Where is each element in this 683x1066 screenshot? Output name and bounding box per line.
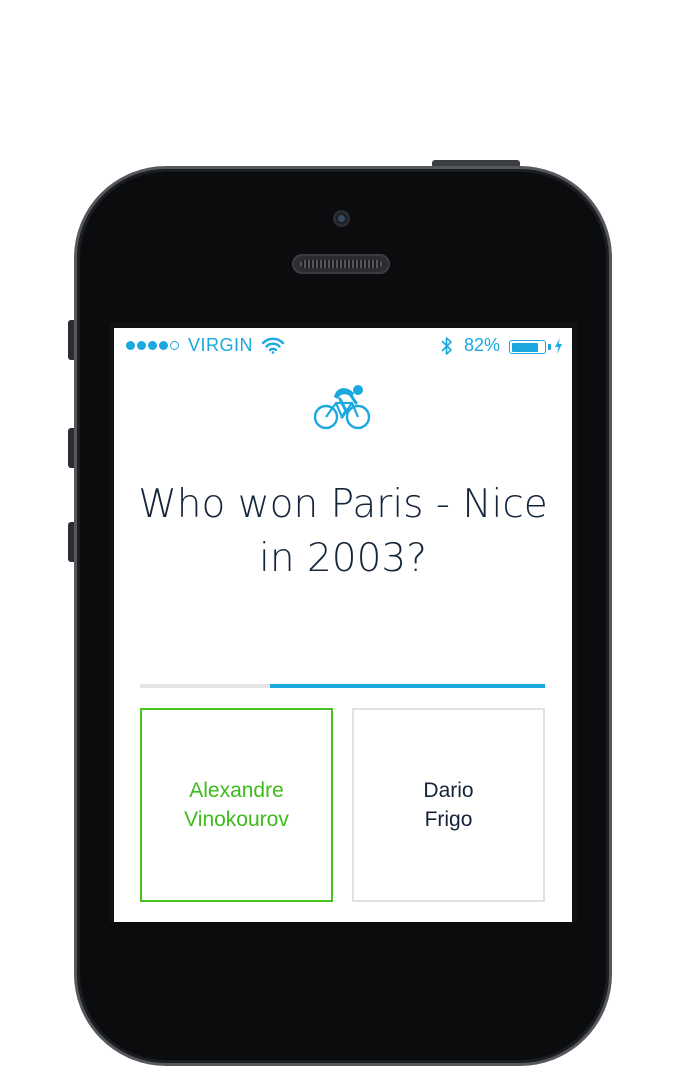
status-bar: VIRGIN 82% bbox=[114, 328, 572, 362]
answer-option-2[interactable]: Dario Frigo bbox=[352, 708, 545, 902]
progress-bar bbox=[140, 684, 545, 688]
wifi-icon bbox=[261, 337, 285, 354]
earpiece-speaker bbox=[292, 254, 390, 274]
battery-tip bbox=[548, 344, 551, 350]
answer-option-2-line2: Frigo bbox=[424, 808, 473, 831]
front-camera bbox=[333, 210, 350, 227]
signal-dots-icon bbox=[126, 341, 179, 350]
battery-percent: 82% bbox=[464, 335, 501, 355]
charging-bolt-icon bbox=[555, 338, 562, 354]
progress-bar-fill bbox=[269, 684, 545, 688]
battery-icon bbox=[509, 340, 546, 354]
cyclist-icon bbox=[313, 385, 371, 430]
bluetooth-icon bbox=[441, 337, 452, 355]
answer-option-1[interactable]: Alexandre Vinokourov bbox=[140, 708, 333, 902]
battery-level-fill bbox=[511, 342, 538, 352]
app-screen: VIRGIN 82% Who won Paris - Nice in 2003?… bbox=[114, 328, 572, 922]
question-text: Who won Paris - Nice in 2003? bbox=[138, 482, 548, 581]
carrier-name: VIRGIN bbox=[188, 335, 254, 355]
phone-screen: VIRGIN 82% Who won Paris - Nice in 2003?… bbox=[109, 322, 577, 922]
answer-option-1-line2: Vinokourov bbox=[184, 808, 289, 831]
answer-option-1-line1: Alexandre bbox=[189, 779, 284, 802]
answer-option-2-line1: Dario bbox=[423, 779, 474, 802]
